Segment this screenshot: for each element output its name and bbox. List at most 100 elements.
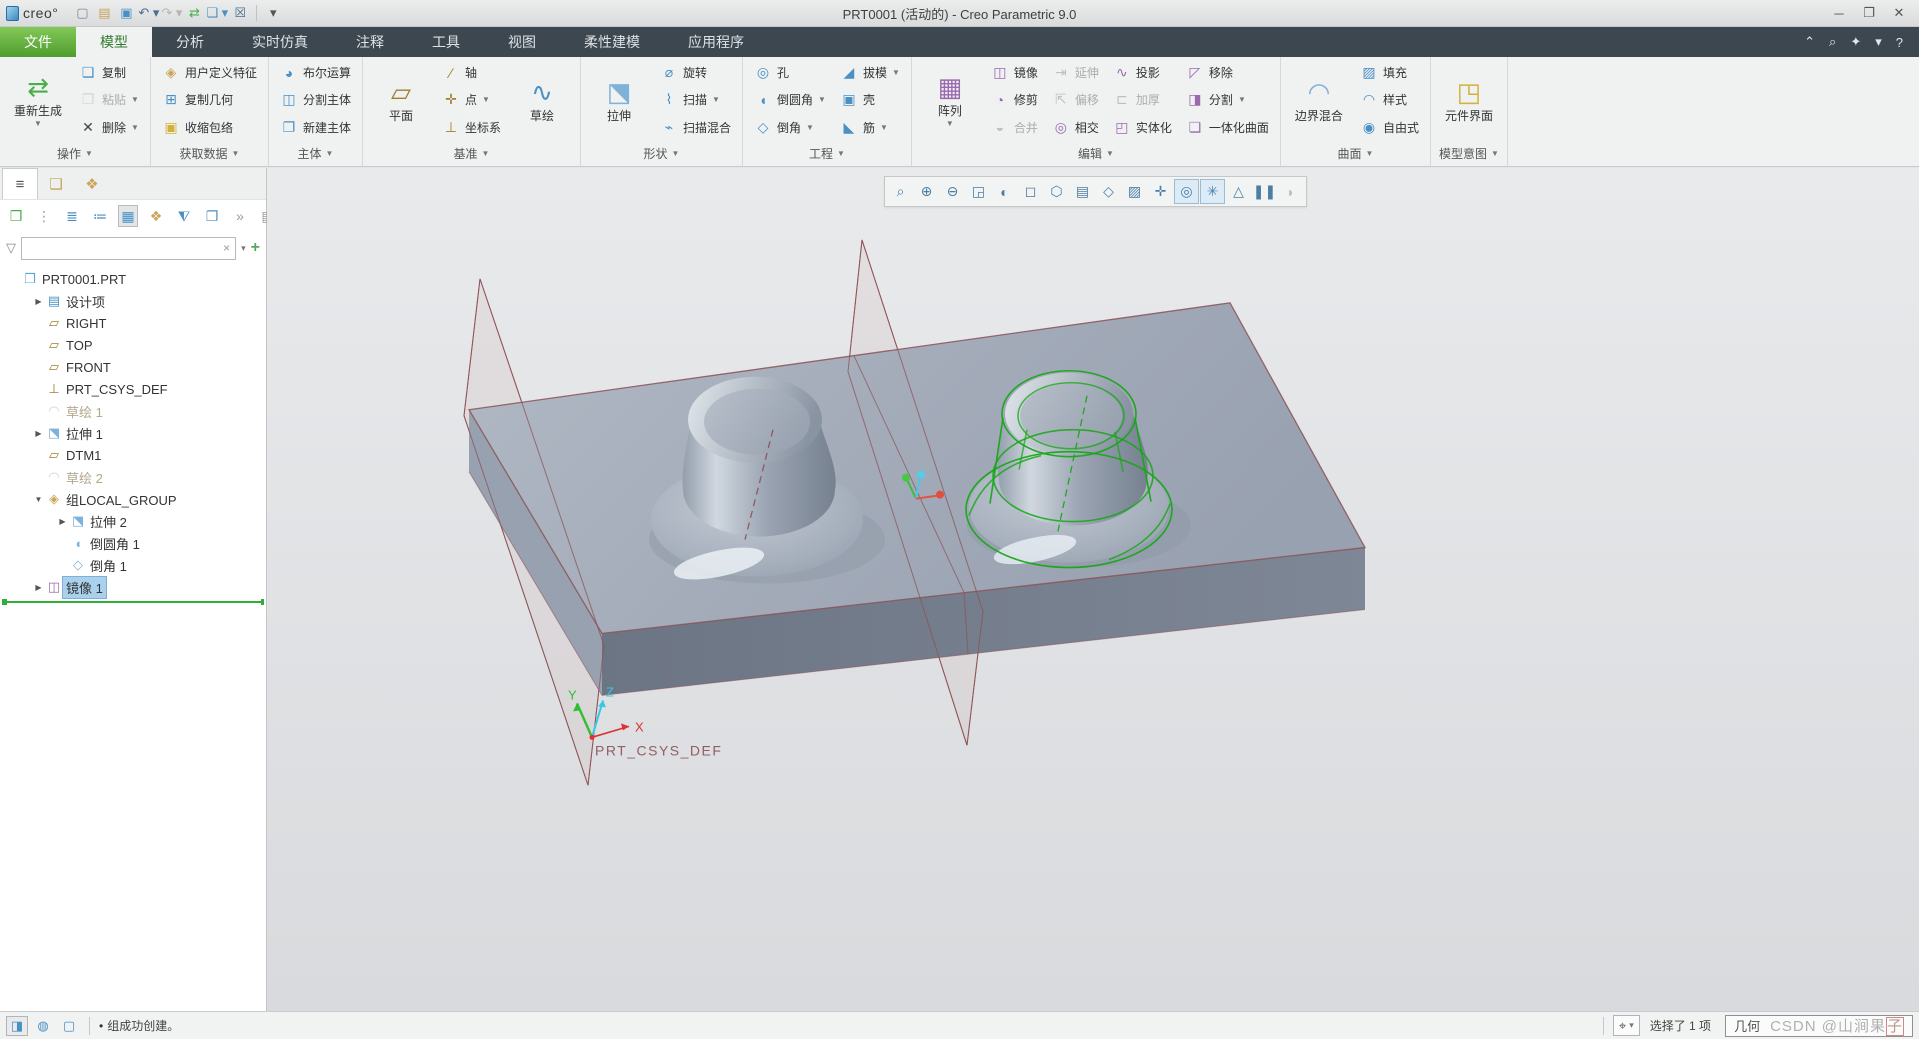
learning-dropdown-icon[interactable]: ▾ [1875,34,1882,50]
expand-arrow-icon[interactable]: ▶ [56,517,69,526]
axis-button[interactable]: ∕ 轴 [437,60,506,86]
ribbon-group-label-shapes[interactable]: 形状 ▼ [581,141,742,166]
swept-blend-button[interactable]: ⌁ 扫描混合 [655,114,736,140]
selection-filter-value[interactable]: 几何 [1734,1016,1760,1035]
ribbon-group-label-get-data[interactable]: 获取数据 ▼ [151,141,268,166]
expand-arrow-icon[interactable]: ▶ [32,429,45,438]
zoom-region-icon[interactable]: ⌕ [888,179,913,204]
pause-icon[interactable]: ❚❚ [1252,179,1277,204]
undo-icon[interactable]: ↶ ▾ [138,3,159,23]
capture-icon[interactable]: ▤ [1070,179,1095,204]
zoom-in-icon[interactable]: ⊕ [914,179,939,204]
new-file-icon[interactable]: ▢ [72,3,92,23]
tree-item-extrude-2[interactable]: ▶ ⬔ 拉伸 2 [0,510,266,532]
sweep-button[interactable]: ⌇ 扫描 ▼ [655,87,736,113]
intersect-button[interactable]: ◎ 相交 [1047,114,1104,140]
ribbon-group-label-model-intent[interactable]: 模型意图 ▼ [1431,141,1507,166]
tree-filters-icon[interactable]: ⧨ [174,205,194,227]
sketch-button[interactable]: ∿ 草绘 [510,59,574,141]
tab-file[interactable]: 文件 [0,27,76,57]
tree-item-group-local-group[interactable]: ▼ ◈ 组LOCAL_GROUP [0,488,266,510]
perspective-icon[interactable]: ◇ [1096,179,1121,204]
collapse-all-icon[interactable]: ≔ [90,205,110,227]
style-button[interactable]: ◠ 样式 [1355,87,1424,113]
add-filter-icon[interactable]: + [251,239,260,257]
chamfer-dropdown-icon[interactable]: ▼ [806,123,814,132]
close-button[interactable]: ✕ [1885,3,1913,23]
tree-item-dtm1[interactable]: ▱ DTM1 [0,444,266,466]
ribbon-group-label-datum[interactable]: 基准 ▼ [363,141,580,166]
shrinkwrap-button[interactable]: ▣ 收缩包络 [157,114,262,140]
ribbon-group-label-editing[interactable]: 编辑 ▼ [912,141,1280,166]
tab-model[interactable]: 模型 [76,27,152,57]
round-dropdown-icon[interactable]: ▼ [818,95,826,104]
windows-icon[interactable]: ❏ ▾ [206,3,228,23]
expand-arrow-icon[interactable]: ▶ [32,583,45,592]
delete-dropdown-icon[interactable]: ▼ [131,123,139,132]
split-body-button[interactable]: ◫ 分割主体 [275,87,356,113]
appearance-icon[interactable]: ◐ [992,179,1017,204]
copy-button[interactable]: ❏ 复制 [74,60,144,86]
open-settings-icon[interactable]: ❖ [146,205,166,227]
tree-item-design-items[interactable]: ▶ ▤ 设计项 [0,290,266,312]
blank-panel-icon[interactable]: ▢ [58,1016,80,1036]
regenerate-dropdown-icon[interactable]: ▼ [34,119,42,128]
trim-button[interactable]: ◔ 修剪 [986,87,1043,113]
spin-center-icon[interactable]: ✳ [1200,179,1225,204]
tree-item-chamfer-1[interactable]: ◇ 倒角 1 [0,554,266,576]
draft-button[interactable]: ◢ 拔模 ▼ [835,60,905,86]
tab-annotate[interactable]: 注释 [332,27,408,57]
expand-all-icon[interactable]: ≣ [62,205,82,227]
copy-geometry-button[interactable]: ⊞ 复制几何 [157,87,262,113]
regenerate-small-icon[interactable]: ⇄ [184,3,204,23]
user-defined-feature-button[interactable]: ◈ 用户定义特征 [157,60,262,86]
ribbon-group-label-engineering[interactable]: 工程 ▼ [743,141,911,166]
boundary-blend-button[interactable]: ◠ 边界混合 [1287,59,1351,141]
ribbon-group-label-surfaces[interactable]: 曲面 ▼ [1281,141,1430,166]
tab-view[interactable]: 视图 [484,27,560,57]
column-display-icon[interactable]: ❐ [202,205,222,227]
delete-button[interactable]: ✕ 删除 ▼ [74,114,144,140]
pattern-button[interactable]: ▦ 阵列 ▼ [918,59,982,141]
expand-arrow-icon[interactable]: ▼ [32,495,45,504]
tree-item-sketch-2[interactable]: ◠ 草绘 2 [0,466,266,488]
favorites-tab-icon[interactable]: ❖ [74,168,110,199]
zoom-out-icon[interactable]: ⊖ [940,179,965,204]
revolve-button[interactable]: ⌀ 旋转 [655,60,736,86]
handle-icon[interactable]: ⋮ [34,205,54,227]
tree-item-round-1[interactable]: ◖ 倒圆角 1 [0,532,266,554]
component-interface-button[interactable]: ◳ 元件界面 [1437,59,1501,141]
saved-orientations-icon[interactable]: ⬡ [1044,179,1069,204]
learning-connector-icon[interactable]: ✦ [1850,34,1861,50]
tree-item-plane-front[interactable]: ▱ FRONT [0,356,266,378]
find-button[interactable]: ⌖ ▾ [1612,1015,1640,1036]
ribbon-group-label-operations[interactable]: 操作 ▼ [0,141,150,166]
save-icon[interactable]: ▣ [116,3,136,23]
solidify-button[interactable]: ◰ 实体化 [1108,114,1177,140]
folder-browser-tab-icon[interactable]: ❏ [38,168,74,199]
pattern-dropdown-icon[interactable]: ▼ [946,119,954,128]
geometry-check-icon[interactable]: △ [1226,179,1251,204]
section-icon[interactable]: ▨ [1122,179,1147,204]
rib-button[interactable]: ◣ 筋 ▼ [835,114,905,140]
rib-dropdown-icon[interactable]: ▼ [880,123,888,132]
divide-button[interactable]: ◨ 分割 ▼ [1181,87,1274,113]
collapse-ribbon-icon[interactable]: ⌃ [1804,34,1815,50]
close-window-icon[interactable]: ☒ [230,3,250,23]
ribbon-group-label-body[interactable]: 主体 ▼ [269,141,362,166]
fill-button[interactable]: ▨ 填充 [1355,60,1424,86]
restore-button[interactable]: ❐ [1855,3,1883,23]
insertion-locator[interactable] [2,599,264,605]
panel-toggle-icon[interactable]: ◨ [6,1015,28,1036]
minimize-button[interactable]: ─ [1825,3,1853,23]
tab-live-simulation[interactable]: 实时仿真 [228,27,332,57]
tree-item-csys-def[interactable]: ⊥ PRT_CSYS_DEF [0,378,266,400]
paste-dropdown-icon[interactable]: ▼ [131,95,139,104]
tree-item-mirror-1[interactable]: ▶ ◫ 镜像 1 [0,575,266,599]
regenerate-button[interactable]: ⇄ 重新生成 ▼ [6,59,70,141]
clear-search-icon[interactable]: × [223,241,230,255]
model-tree-tab-icon[interactable]: ≡ [2,168,38,199]
point-button[interactable]: ✛ 点 ▼ [437,87,506,113]
tree-item-plane-top[interactable]: ▱ TOP [0,334,266,356]
annotation-display-icon[interactable]: ◎ [1174,179,1199,204]
